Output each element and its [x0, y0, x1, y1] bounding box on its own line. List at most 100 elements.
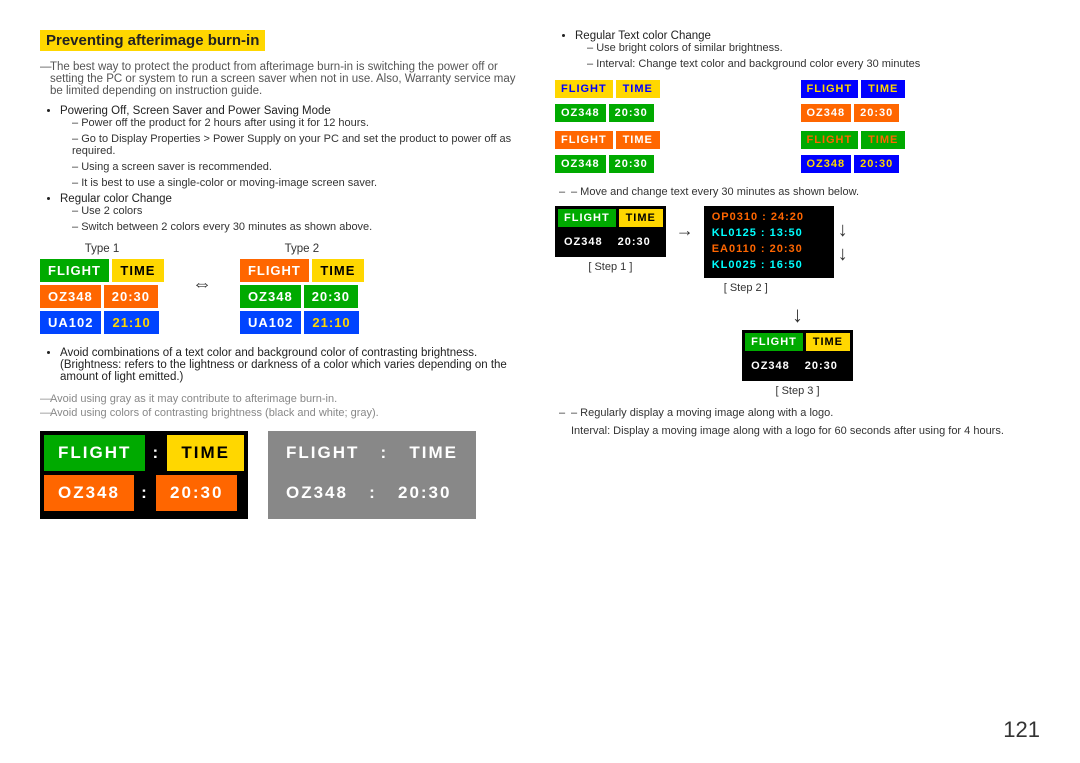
avoidance-1: Avoid combinations of a text color and b…: [60, 347, 525, 383]
color-boards-grid: FLIGHT TIME OZ348 20:30 FLIGHT TIME OZ34…: [555, 80, 1040, 176]
sub-item-1-4: It is best to use a single-color or movi…: [72, 177, 525, 189]
black-2030: 20:30: [156, 475, 237, 511]
black-flight: FLIGHT: [44, 435, 145, 471]
page-number: 121: [1003, 717, 1040, 743]
avoidance-list: Avoid combinations of a text color and b…: [40, 347, 525, 383]
type1-flight: FLIGHT: [40, 259, 109, 282]
gray-time: TIME: [395, 435, 472, 471]
cb1-row1: FLIGHT TIME: [555, 80, 795, 98]
down-arrow-1: ↓: [838, 218, 848, 242]
type2-time: TIME: [312, 259, 364, 282]
cb2-flight: FLIGHT: [801, 80, 859, 98]
type2-flight: FLIGHT: [240, 259, 309, 282]
type2-2030: 20:30: [304, 285, 358, 308]
type1-col: Type 1 FLIGHT TIME OZ348 20:30 UA102 21:…: [40, 243, 164, 337]
bullet-item-1: Powering Off, Screen Saver and Power Sav…: [60, 105, 525, 189]
type2-2110: 21:10: [304, 311, 358, 334]
scroll-line-4: KL0025 : 16:50: [708, 258, 830, 272]
step1-2030: 20:30: [612, 233, 657, 251]
cb1-oz348: OZ348: [555, 104, 606, 122]
type1-row2: OZ348 20:30: [40, 285, 164, 308]
logo-sub: Interval: Display a moving image along w…: [555, 425, 1040, 437]
type-arrow: ⇔: [184, 273, 220, 296]
step3-row2: OZ348 20:30: [745, 357, 850, 375]
type2-row2: OZ348 20:30: [240, 285, 364, 308]
type2-oz348: OZ348: [240, 285, 301, 308]
step3-flight: FLIGHT: [745, 333, 803, 351]
cb4-row1: FLIGHT TIME: [801, 131, 1041, 149]
down-arrows: ↓ ↓: [838, 218, 848, 266]
bullet-item-2: Regular color Change Use 2 colors Switch…: [60, 193, 525, 233]
move-note: – Move and change text every 30 minutes …: [555, 186, 1040, 198]
type2-board: FLIGHT TIME OZ348 20:30 UA102 21:10: [240, 259, 364, 337]
type1-ua102: UA102: [40, 311, 101, 334]
logo-note: – Regularly display a moving image along…: [555, 407, 1040, 419]
step1-container: FLIGHT TIME OZ348 20:30 [ Step 1 ]: [555, 206, 666, 273]
gray-flight: FLIGHT: [272, 435, 373, 471]
gray-oz348: OZ348: [272, 475, 362, 511]
step1-label: [ Step 1 ]: [588, 261, 632, 273]
black-time: TIME: [167, 435, 244, 471]
black-oz348: OZ348: [44, 475, 134, 511]
color-board-2: FLIGHT TIME OZ348 20:30: [801, 80, 1041, 125]
step1-oz348: OZ348: [558, 233, 609, 251]
cb1-row2: OZ348 20:30: [555, 104, 795, 122]
step1-row1: FLIGHT TIME: [558, 209, 663, 227]
down-arrow-2: ↓: [838, 242, 848, 266]
type2-ua102: UA102: [240, 311, 301, 334]
color-board-3: FLIGHT TIME OZ348 20:30: [555, 131, 795, 176]
type1-row1: FLIGHT TIME: [40, 259, 164, 282]
avoidance-note-2: Avoid using gray as it may contribute to…: [40, 393, 525, 405]
gray-colon2: :: [365, 475, 381, 511]
color-board-4: FLIGHT TIME OZ348 20:30: [801, 131, 1041, 176]
scroll-line-1: OP0310 : 24:20: [708, 210, 830, 224]
sub-item-1-1: Power off the product for 2 hours after …: [72, 117, 525, 129]
cb1-time: TIME: [616, 80, 660, 98]
gray-board: FLIGHT : TIME OZ348 : 20:30: [268, 431, 476, 519]
black-board: FLIGHT : TIME OZ348 : 20:30: [40, 431, 248, 519]
gray-2030: 20:30: [384, 475, 465, 511]
main-bullet-list: Powering Off, Screen Saver and Power Sav…: [40, 105, 525, 233]
type2-label: Type 2: [285, 243, 320, 255]
gray-board-row1: FLIGHT : TIME: [272, 435, 472, 471]
right-column: Regular Text color Change Use bright col…: [555, 30, 1040, 519]
right-sub-1: Use bright colors of similar brightness.: [587, 42, 1040, 54]
scroll-line-3: EA0110 : 20:30: [708, 242, 830, 256]
cb4-oz348: OZ348: [801, 155, 852, 173]
right-bullet-list: Regular Text color Change Use bright col…: [555, 30, 1040, 70]
step3-time: TIME: [806, 333, 850, 351]
step1-row2: OZ348 20:30: [558, 233, 663, 251]
type1-2030: 20:30: [104, 285, 158, 308]
cb1-2030: 20:30: [609, 104, 654, 122]
steps-row: FLIGHT TIME OZ348 20:30 [ Step 1 ] →: [555, 206, 1040, 294]
section-title: Preventing afterimage burn-in: [40, 30, 265, 51]
sub-list-2: Use 2 colors Switch between 2 colors eve…: [60, 205, 525, 233]
cb4-row2: OZ348 20:30: [801, 155, 1041, 173]
right-sub-2: Interval: Change text color and backgrou…: [587, 58, 1040, 70]
step1-board: FLIGHT TIME OZ348 20:30: [555, 206, 666, 257]
cb4-2030: 20:30: [854, 155, 899, 173]
step1-to-step2-arrow: →: [676, 220, 694, 241]
sub-item-2-1: Use 2 colors: [72, 205, 525, 217]
type1-2110: 21:10: [104, 311, 158, 334]
cb1-flight: FLIGHT: [555, 80, 613, 98]
cb2-row2: OZ348 20:30: [801, 104, 1041, 122]
cb4-time: TIME: [861, 131, 905, 149]
cb3-2030: 20:30: [609, 155, 654, 173]
step3-label: [ Step 3 ]: [775, 385, 819, 397]
right-bullet-1: Regular Text color Change Use bright col…: [575, 30, 1040, 70]
type-boards-row: Type 1 FLIGHT TIME OZ348 20:30 UA102 21:…: [40, 243, 525, 337]
black-board-row2: OZ348 : 20:30: [44, 475, 244, 511]
step2-scroll-board: OP0310 : 24:20 KL0125 : 13:50 EA0110 : 2…: [704, 206, 834, 278]
step3-col: ↓ FLIGHT TIME OZ348 20:30 [ Step 3 ]: [555, 302, 1040, 397]
type2-col: Type 2 FLIGHT TIME OZ348 20:30 UA102 21:…: [240, 243, 364, 337]
right-sub-list: Use bright colors of similar brightness.…: [575, 42, 1040, 70]
step1-flight: FLIGHT: [558, 209, 616, 227]
cb2-2030: 20:30: [854, 104, 899, 122]
page-layout: Preventing afterimage burn-in The best w…: [40, 30, 1040, 519]
type2-row3: UA102 21:10: [240, 311, 364, 334]
cb3-flight: FLIGHT: [555, 131, 613, 149]
cb4-flight: FLIGHT: [801, 131, 859, 149]
step3-2030: 20:30: [799, 357, 844, 375]
step2-to-step3-arrow: ↓: [792, 302, 803, 328]
